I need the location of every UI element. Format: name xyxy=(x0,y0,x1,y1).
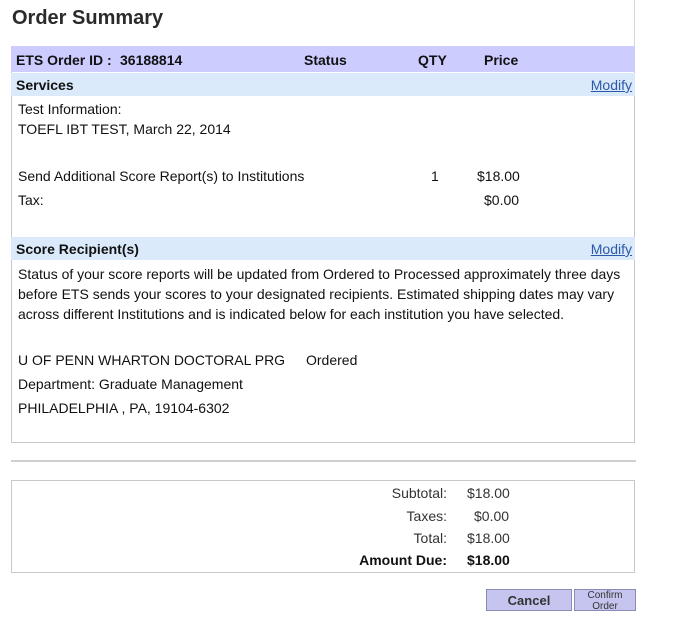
tax-label: Tax: xyxy=(18,192,44,208)
line-item-description: Send Additional Score Report(s) to Insti… xyxy=(18,168,305,184)
services-section-header: Services Modify xyxy=(11,73,635,96)
test-info-label: Test Information: xyxy=(18,101,122,117)
amount-due-value: $18.00 xyxy=(467,552,510,568)
recipients-label: Score Recipient(s) xyxy=(16,241,139,257)
order-id-value: 36188814 xyxy=(120,52,183,68)
order-header-row: ETS Order ID : 36188814 Status QTY Price xyxy=(11,46,635,72)
subtotal-label: Subtotal: xyxy=(391,485,447,501)
order-id-label: ETS Order ID : xyxy=(16,52,112,68)
services-label: Services xyxy=(16,77,74,93)
tax-price: $0.00 xyxy=(484,192,520,208)
institution-address: PHILADELPHIA , PA, 19104-6302 xyxy=(18,400,230,416)
cancel-button[interactable]: Cancel xyxy=(486,589,572,611)
line-item-qty: 1 xyxy=(431,168,439,184)
recipients-note: Status of your score reports will be upd… xyxy=(18,266,621,322)
institution-status: Ordered xyxy=(306,352,358,368)
page-title: Order Summary xyxy=(12,7,164,29)
qty-column-header: QTY xyxy=(418,52,447,68)
status-column-header: Status xyxy=(304,52,347,68)
taxes-value: $0.00 xyxy=(474,508,510,524)
test-name: TOEFL IBT TEST, March 22, 2014 xyxy=(18,121,231,137)
total-label: Total: xyxy=(413,530,447,546)
recipients-modify-link[interactable]: Modify xyxy=(591,241,632,257)
amount-due-label: Amount Due: xyxy=(359,552,447,568)
subtotal-value: $18.00 xyxy=(467,485,510,501)
services-modify-link[interactable]: Modify xyxy=(591,77,632,93)
totals-panel xyxy=(11,480,635,573)
recipients-section-header: Score Recipient(s) Modify xyxy=(11,237,635,260)
institution-department: Department: Graduate Management xyxy=(18,376,243,392)
section-divider xyxy=(11,460,636,462)
total-value: $18.00 xyxy=(467,530,510,546)
price-column-header: Price xyxy=(484,52,519,68)
confirm-order-button[interactable]: Confirm Order xyxy=(574,589,636,612)
institution-name: U OF PENN WHARTON DOCTORAL PRG xyxy=(18,352,286,368)
taxes-label: Taxes: xyxy=(406,508,447,524)
line-item-price: $18.00 xyxy=(477,168,520,184)
